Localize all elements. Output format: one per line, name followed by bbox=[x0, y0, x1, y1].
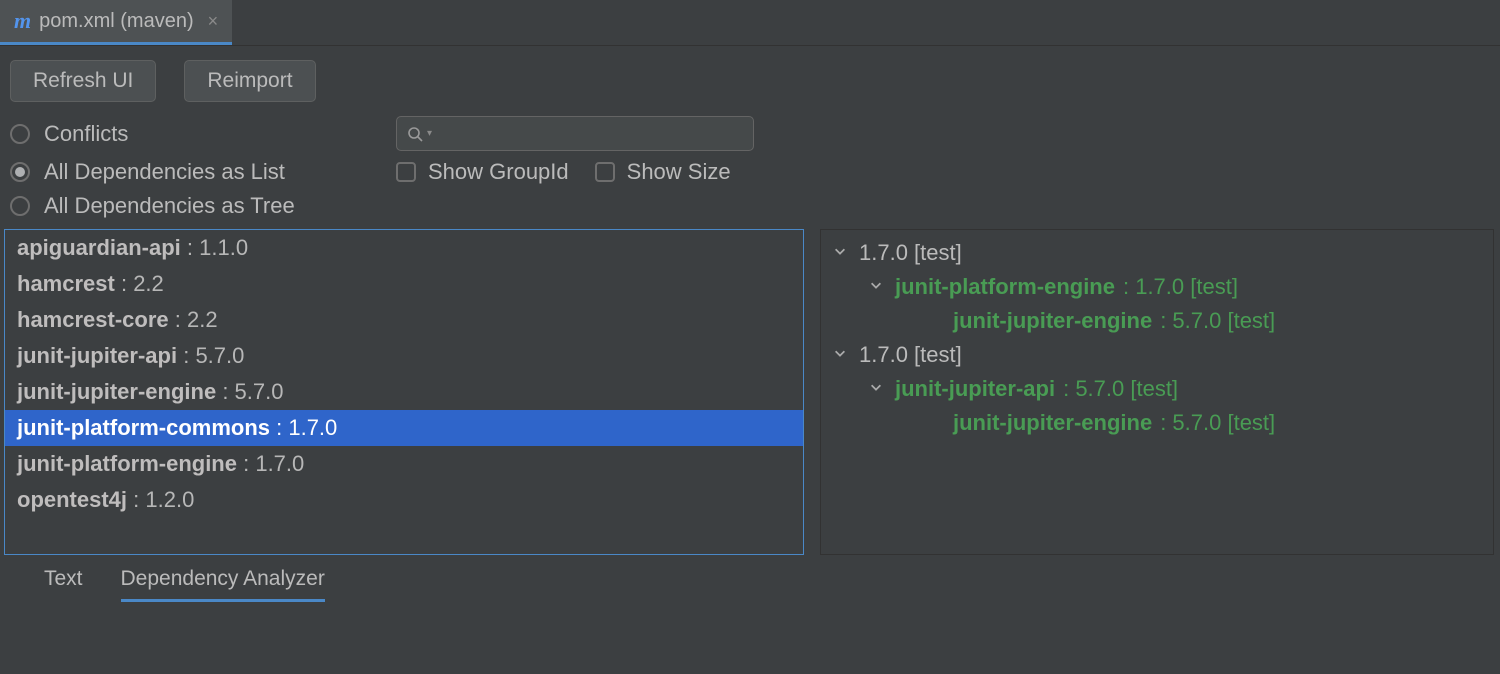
bottom-tab-bar: Text Dependency Analyzer bbox=[0, 555, 1500, 602]
checkbox-icon bbox=[396, 162, 416, 182]
dependency-list-panel: apiguardian-api : 1.1.0hamcrest : 2.2ham… bbox=[4, 229, 804, 555]
radio-conflicts[interactable]: Conflicts bbox=[10, 121, 370, 147]
dependency-list-item[interactable]: hamcrest-core : 2.2 bbox=[5, 302, 803, 338]
dependency-tree-row[interactable]: 1.7.0 [test] bbox=[821, 236, 1493, 270]
filter-row-tree: All Dependencies as Tree bbox=[0, 189, 1500, 223]
tree-node-name: junit-jupiter-engine bbox=[953, 410, 1152, 436]
refresh-ui-button[interactable]: Refresh UI bbox=[10, 60, 156, 102]
tree-node-suffix: 1.7.0 [test] bbox=[859, 342, 962, 368]
separator: : bbox=[169, 307, 187, 332]
chevron-down-icon bbox=[869, 380, 887, 399]
dependency-name: hamcrest bbox=[17, 271, 115, 296]
radio-icon bbox=[10, 196, 30, 216]
chevron-down-icon bbox=[869, 278, 887, 297]
tree-node-suffix: : 5.7.0 [test] bbox=[1063, 376, 1178, 402]
dependency-version: 5.7.0 bbox=[235, 379, 284, 404]
editor-tab[interactable]: m pom.xml (maven) × bbox=[0, 0, 232, 45]
dependency-version: 2.2 bbox=[133, 271, 164, 296]
dependency-name: junit-jupiter-engine bbox=[17, 379, 216, 404]
tab-dependency-analyzer[interactable]: Dependency Analyzer bbox=[121, 567, 325, 602]
radio-conflicts-label: Conflicts bbox=[44, 121, 128, 147]
tree-node-suffix: : 1.7.0 [test] bbox=[1123, 274, 1238, 300]
dependency-version: 2.2 bbox=[187, 307, 218, 332]
dependency-name: hamcrest-core bbox=[17, 307, 169, 332]
check-show-size-label: Show Size bbox=[627, 159, 731, 185]
tree-node-name: junit-platform-engine bbox=[895, 274, 1115, 300]
radio-all-list[interactable]: All Dependencies as List bbox=[10, 159, 370, 185]
dependency-tree-row[interactable]: junit-jupiter-engine : 5.7.0 [test] bbox=[821, 304, 1493, 338]
reimport-button[interactable]: Reimport bbox=[184, 60, 315, 102]
separator: : bbox=[115, 271, 133, 296]
tab-title: pom.xml (maven) bbox=[39, 10, 193, 33]
dependency-tree-row[interactable]: junit-jupiter-engine : 5.7.0 [test] bbox=[821, 406, 1493, 440]
dependency-version: 1.7.0 bbox=[288, 415, 337, 440]
editor-tab-bar: m pom.xml (maven) × bbox=[0, 0, 1500, 46]
dependency-list-item[interactable]: opentest4j : 1.2.0 bbox=[5, 482, 803, 518]
radio-all-list-label: All Dependencies as List bbox=[44, 159, 285, 185]
radio-icon bbox=[10, 162, 30, 182]
tree-node-suffix: 1.7.0 [test] bbox=[859, 240, 962, 266]
filter-row-list: All Dependencies as List Show GroupId Sh… bbox=[0, 155, 1500, 189]
dependency-list-item[interactable]: junit-jupiter-engine : 5.7.0 bbox=[5, 374, 803, 410]
check-show-groupid[interactable]: Show GroupId bbox=[396, 159, 569, 185]
close-icon[interactable]: × bbox=[208, 11, 219, 32]
check-show-size[interactable]: Show Size bbox=[595, 159, 731, 185]
dependency-version: 1.7.0 bbox=[255, 451, 304, 476]
separator: : bbox=[270, 415, 288, 440]
chevron-down-icon: ▾ bbox=[427, 128, 432, 139]
search-icon bbox=[407, 126, 423, 142]
panels: apiguardian-api : 1.1.0hamcrest : 2.2ham… bbox=[0, 223, 1500, 555]
separator: : bbox=[177, 343, 195, 368]
separator: : bbox=[127, 487, 145, 512]
dependency-tree-row[interactable]: junit-jupiter-api : 5.7.0 [test] bbox=[821, 372, 1493, 406]
tree-node-name: junit-jupiter-api bbox=[895, 376, 1055, 402]
dependency-name: junit-platform-engine bbox=[17, 451, 237, 476]
dependency-name: apiguardian-api bbox=[17, 235, 181, 260]
dependency-tree-panel: 1.7.0 [test] junit-platform-engine : 1.7.… bbox=[820, 229, 1494, 555]
tree-node-suffix: : 5.7.0 [test] bbox=[1160, 308, 1275, 334]
dependency-list-item[interactable]: junit-platform-engine : 1.7.0 bbox=[5, 446, 803, 482]
dependency-list-item[interactable]: apiguardian-api : 1.1.0 bbox=[5, 230, 803, 266]
dependency-list-item[interactable]: junit-jupiter-api : 5.7.0 bbox=[5, 338, 803, 374]
filter-row-conflicts: Conflicts ▾ bbox=[0, 112, 1500, 155]
dependency-tree-row[interactable]: 1.7.0 [test] bbox=[821, 338, 1493, 372]
search-input[interactable] bbox=[436, 123, 743, 144]
dependency-name: junit-platform-commons bbox=[17, 415, 270, 440]
separator: : bbox=[216, 379, 234, 404]
dependency-version: 1.2.0 bbox=[145, 487, 194, 512]
radio-all-tree-label: All Dependencies as Tree bbox=[44, 193, 295, 219]
separator: : bbox=[181, 235, 199, 260]
separator: : bbox=[237, 451, 255, 476]
dependency-tree-row[interactable]: junit-platform-engine : 1.7.0 [test] bbox=[821, 270, 1493, 304]
dependency-version: 1.1.0 bbox=[199, 235, 248, 260]
tab-text[interactable]: Text bbox=[44, 567, 83, 602]
dependency-name: opentest4j bbox=[17, 487, 127, 512]
chevron-down-icon bbox=[833, 244, 851, 263]
dependency-version: 5.7.0 bbox=[195, 343, 244, 368]
chevron-down-icon bbox=[833, 346, 851, 365]
check-show-groupid-label: Show GroupId bbox=[428, 159, 569, 185]
dependency-name: junit-jupiter-api bbox=[17, 343, 177, 368]
radio-icon bbox=[10, 124, 30, 144]
dependency-list-item[interactable]: junit-platform-commons : 1.7.0 bbox=[5, 410, 803, 446]
maven-icon: m bbox=[14, 8, 31, 34]
toolbar: Refresh UI Reimport bbox=[0, 46, 1500, 112]
tree-node-name: junit-jupiter-engine bbox=[953, 308, 1152, 334]
tree-node-suffix: : 5.7.0 [test] bbox=[1160, 410, 1275, 436]
search-input-wrapper[interactable]: ▾ bbox=[396, 116, 754, 151]
radio-all-tree[interactable]: All Dependencies as Tree bbox=[10, 193, 370, 219]
dependency-list-item[interactable]: hamcrest : 2.2 bbox=[5, 266, 803, 302]
checkbox-icon bbox=[595, 162, 615, 182]
